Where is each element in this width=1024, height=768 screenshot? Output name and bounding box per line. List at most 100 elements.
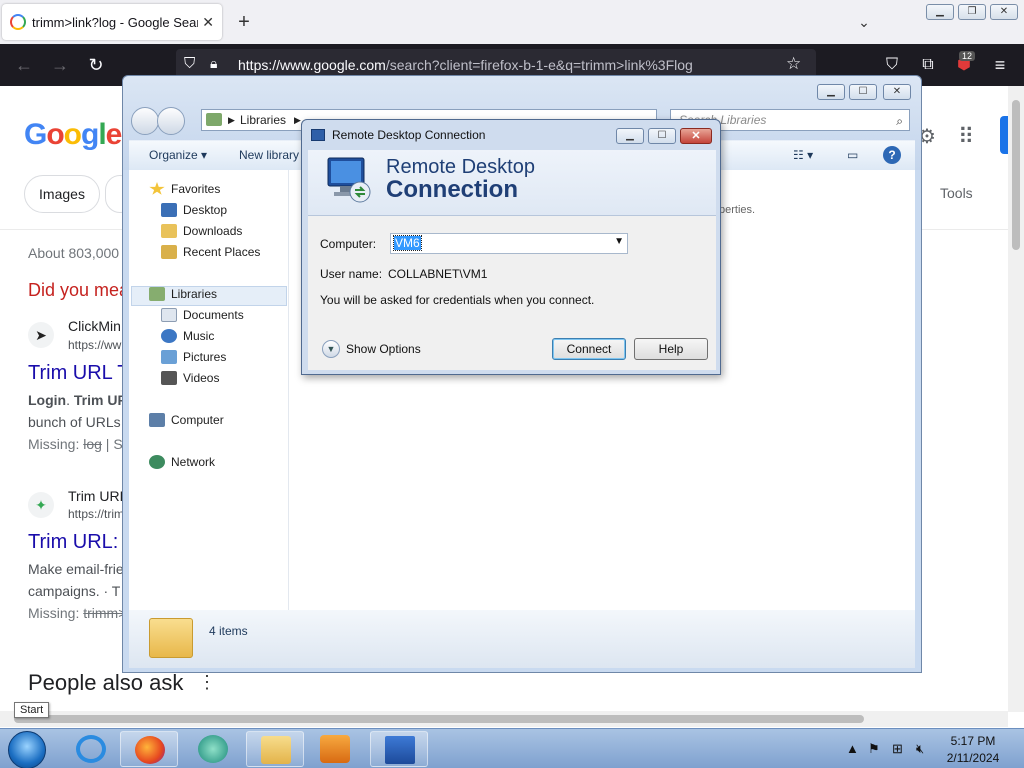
result-missing: Missing: trimm> xyxy=(28,605,127,621)
new-tab-icon[interactable]: + xyxy=(232,10,256,34)
minimize-button[interactable]: ▁ xyxy=(817,84,845,100)
nav-libraries[interactable]: Libraries xyxy=(149,287,217,301)
taskbar-remote-desktop[interactable] xyxy=(370,731,428,767)
show-hidden-icons-icon[interactable]: ▲ xyxy=(846,741,859,756)
computer-value[interactable]: VM6 xyxy=(393,235,422,251)
close-button[interactable]: ✕ xyxy=(883,84,911,100)
nav-desktop[interactable]: Desktop xyxy=(161,203,227,217)
close-button[interactable]: ✕ xyxy=(680,128,712,144)
network-icon[interactable]: ⊞ xyxy=(892,741,903,757)
reload-icon[interactable]: ↻ xyxy=(84,53,108,77)
result-stats: About 803,000 xyxy=(28,245,120,261)
maximize-button[interactable]: ☐ xyxy=(648,128,676,144)
views-icon[interactable]: ☷ ▾ xyxy=(793,148,813,162)
lock-icon[interactable]: 🔒︎ xyxy=(210,55,217,72)
result-snippet: Login. Trim UF xyxy=(28,392,127,408)
nav-music[interactable]: Music xyxy=(161,329,214,343)
chat-app-icon xyxy=(198,735,228,763)
nav-documents[interactable]: Documents xyxy=(161,308,244,322)
breadcrumb-libraries[interactable]: Libraries xyxy=(240,113,286,127)
url-text[interactable]: https://www.google.com/search?client=fir… xyxy=(238,57,693,73)
back-icon[interactable] xyxy=(131,107,159,135)
back-icon[interactable]: ← xyxy=(12,53,36,77)
close-window-button[interactable]: ✕ xyxy=(990,4,1018,20)
browser-tab[interactable]: trimm>link?log - Google Search ✕ xyxy=(2,4,222,40)
computer-combobox[interactable]: VM6 ▼ xyxy=(390,233,628,254)
item-count: 4 items xyxy=(209,624,248,638)
recent-places-icon xyxy=(161,245,177,259)
new-library-button[interactable]: New library xyxy=(239,148,299,162)
action-center-flag-icon[interactable]: ⚑ xyxy=(868,741,880,757)
result-url[interactable]: https://trim xyxy=(68,507,124,521)
nav-computer[interactable]: Computer xyxy=(149,413,224,427)
nav-pictures[interactable]: Pictures xyxy=(161,350,226,364)
did-you-mean[interactable]: Did you mea xyxy=(28,280,129,301)
more-options-icon[interactable]: ⋮ xyxy=(198,672,216,693)
taskbar-internet-explorer[interactable] xyxy=(62,731,120,767)
nav-network[interactable]: Network xyxy=(149,455,215,469)
start-button[interactable] xyxy=(8,731,46,768)
taskbar-messenger[interactable] xyxy=(184,731,242,767)
nav-videos[interactable]: Videos xyxy=(161,371,219,385)
libraries-large-icon xyxy=(149,618,193,658)
result-url[interactable]: https://ww xyxy=(68,338,121,352)
forward-icon[interactable]: → xyxy=(48,53,72,77)
username-label: User name: xyxy=(320,267,383,281)
nav-favorites[interactable]: Favorites xyxy=(149,182,220,196)
connect-button[interactable]: Connect xyxy=(552,338,626,360)
result-title[interactable]: Trim URL T xyxy=(28,362,129,385)
shield-icon[interactable]: ⛉ xyxy=(184,55,195,72)
dialog-title: Remote Desktop Connection xyxy=(332,128,486,142)
show-options-link[interactable]: Show Options xyxy=(346,342,421,356)
nav-recent-places[interactable]: Recent Places xyxy=(161,245,260,259)
result-site-name[interactable]: ClickMin xyxy=(68,318,121,334)
dropdown-arrow-icon[interactable]: ▼ xyxy=(614,236,624,247)
preview-pane-icon[interactable]: ▭ xyxy=(847,148,858,162)
help-button[interactable]: Help xyxy=(634,338,708,360)
internet-explorer-icon xyxy=(76,735,106,763)
dialog-body: Computer: VM6 ▼ User name: COLLABNET\VM1… xyxy=(308,216,716,370)
start-tooltip: Start xyxy=(14,702,50,718)
remote-desktop-icon xyxy=(385,736,415,764)
horizontal-scrollbar[interactable] xyxy=(0,711,1008,727)
tools-button[interactable]: Tools xyxy=(940,185,973,201)
details-pane: 4 items xyxy=(129,610,915,668)
minimize-button[interactable]: ▁ xyxy=(926,4,954,20)
expand-options-icon[interactable]: ▼ xyxy=(322,340,340,358)
clock-time[interactable]: 5:17 PM xyxy=(938,734,1008,748)
result-site-name[interactable]: Trim URL xyxy=(68,488,127,504)
restore-button[interactable]: ❐ xyxy=(958,4,986,20)
taskbar-firefox[interactable] xyxy=(120,731,178,767)
pocket-icon[interactable]: ⛉ xyxy=(880,53,904,77)
vertical-scrollbar[interactable] xyxy=(1008,86,1024,712)
apps-grid-icon[interactable]: ⠿ xyxy=(958,124,974,150)
volume-muted-icon[interactable]: 🔇︎ xyxy=(916,741,924,757)
menu-icon[interactable]: ≡ xyxy=(988,53,1012,77)
taskbar-media-player[interactable] xyxy=(306,731,364,767)
breadcrumb-arrow-icon[interactable]: ▶ xyxy=(228,110,235,130)
forward-icon[interactable] xyxy=(157,107,185,135)
result-snippet: Make email-frie xyxy=(28,561,124,577)
result-title[interactable]: Trim URL: xyxy=(28,531,118,554)
images-filter-chip[interactable]: Images xyxy=(24,175,100,213)
bookmark-star-icon[interactable]: ☆ xyxy=(786,54,801,74)
organize-button[interactable]: Organize ▾ xyxy=(149,148,207,162)
remote-desktop-icon xyxy=(327,157,371,203)
extensions-icon[interactable]: ⧉ xyxy=(916,53,940,77)
nav-downloads[interactable]: Downloads xyxy=(161,224,242,238)
back-forward-buttons[interactable] xyxy=(131,107,187,135)
help-icon[interactable]: ? xyxy=(883,146,901,164)
close-tab-icon[interactable]: ✕ xyxy=(202,14,214,31)
google-logo[interactable]: Google xyxy=(24,118,122,152)
result-snippet: campaigns. · T xyxy=(28,583,121,599)
taskbar-explorer[interactable] xyxy=(246,731,304,767)
documents-icon xyxy=(161,308,177,322)
taskbar: ▲ ⚑ ⊞ 🔇︎ 5:17 PM 2/11/2024 xyxy=(0,728,1024,768)
search-icon[interactable]: ⌕ xyxy=(896,111,903,131)
minimize-button[interactable]: ▁ xyxy=(616,128,644,144)
chevron-down-icon[interactable]: ⌄ xyxy=(852,10,876,34)
result-snippet: bunch of URLs xyxy=(28,414,121,430)
clock-date[interactable]: 2/11/2024 xyxy=(938,751,1008,765)
maximize-button[interactable]: ☐ xyxy=(849,84,877,100)
breadcrumb-arrow-icon[interactable]: ▶ xyxy=(294,110,301,130)
